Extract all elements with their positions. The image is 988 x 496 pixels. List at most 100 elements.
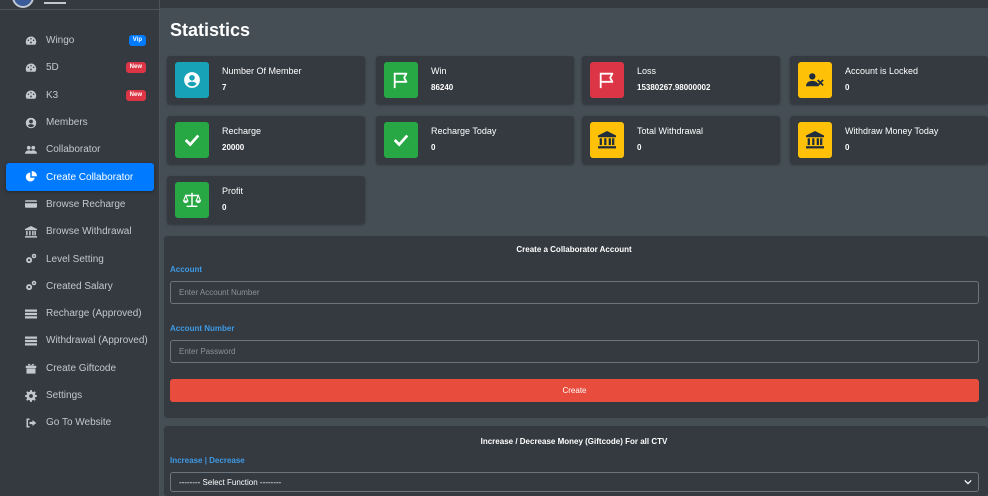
- chevron-down-icon: [964, 479, 972, 485]
- stat-card: Withdraw Money Today 0: [790, 116, 988, 164]
- stat-label: Profit: [222, 186, 244, 196]
- sidebar-item-create-collaborator[interactable]: Create Collaborator: [6, 163, 154, 191]
- stat-card: Recharge 20000: [167, 116, 365, 164]
- stat-value: 7: [222, 83, 227, 92]
- bank-icon: [798, 122, 832, 158]
- sidebar-item-5d[interactable]: 5D New: [6, 54, 154, 81]
- sidebar-item-label: Withdrawal (Approved): [46, 335, 148, 347]
- user-circle-icon: [24, 117, 38, 129]
- bank-icon: [590, 122, 624, 158]
- brand[interactable]: [0, 0, 159, 10]
- password-label: Account Number: [170, 324, 235, 333]
- sidebar-item-label: Created Salary: [46, 280, 113, 292]
- stat-label: Loss: [637, 66, 657, 76]
- sidebar-item-withdrawal-approved[interactable]: Withdrawal (Approved): [6, 327, 154, 354]
- stat-label: Account is Locked: [845, 66, 919, 76]
- sidebar-item-recharge-approved[interactable]: Recharge (Approved): [6, 300, 154, 327]
- brand-logo-icon: [12, 0, 34, 8]
- credit-card-icon: [24, 198, 38, 210]
- flag-icon: [590, 62, 624, 98]
- main-content: Statistics Number Of Member 7 Win 86240 Loss…: [160, 8, 988, 496]
- stat-card: Win 86240: [376, 56, 574, 104]
- sidebar-item-label: Go To Website: [46, 417, 112, 429]
- sidebar-item-settings[interactable]: Settings: [6, 382, 154, 409]
- gift-icon: [24, 362, 38, 374]
- stat-label: Total Withdrawal: [637, 126, 704, 136]
- giftcode-card: Increase / Decrease Money (Giftcode) For…: [164, 426, 988, 496]
- sign-out-icon: [24, 417, 38, 429]
- sidebar-item-label: Browse Withdrawal: [46, 226, 132, 238]
- stat-value: 0: [222, 203, 227, 212]
- stat-card: Account is Locked 0: [790, 56, 988, 104]
- check-icon: [384, 122, 418, 158]
- balance-scale-icon: [175, 182, 209, 218]
- select-value: -------- Select Function --------: [179, 477, 282, 487]
- stat-value: 0: [431, 143, 436, 152]
- stat-card: Total Withdrawal 0: [582, 116, 780, 164]
- check-icon: [175, 122, 209, 158]
- gear-icon: [24, 389, 38, 402]
- sidebar-item-wingo[interactable]: Wingo Vip: [6, 27, 154, 54]
- badge: New: [125, 62, 146, 74]
- account-label: Account: [170, 265, 202, 274]
- stat-card: Number Of Member 7: [167, 56, 365, 104]
- account-input[interactable]: [170, 281, 979, 304]
- sidebar-nav: Wingo Vip 5D New K3 New Members Collaborator Cre…: [0, 27, 160, 436]
- brand-name: [44, 2, 66, 4]
- create-button[interactable]: Create: [170, 379, 979, 402]
- cogs-icon: [24, 280, 38, 292]
- sidebar-item-create-giftcode[interactable]: Create Giftcode: [6, 355, 154, 382]
- sidebar-item-label: Members: [46, 117, 88, 129]
- sidebar-item-label: Create Giftcode: [46, 362, 117, 374]
- stat-card: Loss 15380267.98000002: [582, 56, 780, 104]
- sidebar-item-label: Settings: [46, 390, 83, 401]
- sidebar-item-k3[interactable]: K3 New: [6, 82, 154, 109]
- sidebar: Wingo Vip 5D New K3 New Members Collaborator Cre…: [0, 0, 160, 496]
- user-circle-icon: [175, 62, 209, 98]
- stat-value: 0: [845, 83, 850, 92]
- sidebar-item-label: Level Setting: [46, 253, 104, 265]
- sidebar-item-go-to-website[interactable]: Go To Website: [6, 409, 154, 436]
- stat-label: Withdraw Money Today: [845, 126, 939, 136]
- tachometer-icon: [24, 62, 38, 74]
- function-select[interactable]: -------- Select Function --------: [170, 472, 979, 492]
- stat-label: Number Of Member: [222, 66, 302, 76]
- badge: Vip: [128, 35, 146, 46]
- create-collaborator-card: Create a Collaborator Account Account Ac…: [164, 236, 988, 418]
- cogs-icon: [24, 253, 38, 265]
- sidebar-item-label: 5D: [46, 62, 59, 74]
- users-icon: [24, 144, 38, 156]
- card-title: Increase / Decrease Money (Giftcode) For…: [480, 437, 668, 446]
- list-icon: [24, 335, 38, 347]
- stat-value: 15380267.98000002: [637, 83, 711, 92]
- pie-chart-icon: [24, 171, 38, 183]
- sidebar-item-label: Create Collaborator: [46, 171, 134, 183]
- sidebar-item-label: Collaborator: [46, 144, 101, 156]
- sidebar-item-label: K3: [46, 89, 59, 101]
- sidebar-item-browse-recharge[interactable]: Browse Recharge: [6, 191, 154, 218]
- tachometer-icon: [24, 35, 38, 47]
- sidebar-item-label: Wingo: [46, 35, 75, 47]
- stat-label: Win: [431, 66, 447, 76]
- stat-label: Recharge: [222, 126, 262, 136]
- sidebar-item-created-salary[interactable]: Created Salary: [6, 273, 154, 300]
- sidebar-item-collaborator[interactable]: Collaborator: [6, 136, 154, 163]
- stat-card: Profit 0: [167, 176, 365, 224]
- sidebar-item-level-setting[interactable]: Level Setting: [6, 245, 154, 272]
- list-icon: [24, 308, 38, 320]
- stat-card: Recharge Today 0: [376, 116, 574, 164]
- stat-value: 86240: [431, 83, 454, 92]
- sidebar-item-label: Browse Recharge: [46, 198, 126, 210]
- increase-decrease-label: Increase | Decrease: [170, 456, 245, 465]
- card-title: Create a Collaborator Account: [516, 245, 632, 254]
- badge: New: [125, 89, 146, 101]
- page-title: Statistics: [170, 20, 251, 40]
- sidebar-item-label: Recharge (Approved): [46, 308, 142, 320]
- stat-value: 0: [637, 143, 642, 152]
- user-times-icon: [798, 62, 832, 98]
- password-input[interactable]: [170, 340, 979, 363]
- stat-label: Recharge Today: [431, 126, 497, 136]
- sidebar-item-members[interactable]: Members: [6, 109, 154, 136]
- flag-icon: [384, 62, 418, 98]
- sidebar-item-browse-withdrawal[interactable]: Browse Withdrawal: [6, 218, 154, 245]
